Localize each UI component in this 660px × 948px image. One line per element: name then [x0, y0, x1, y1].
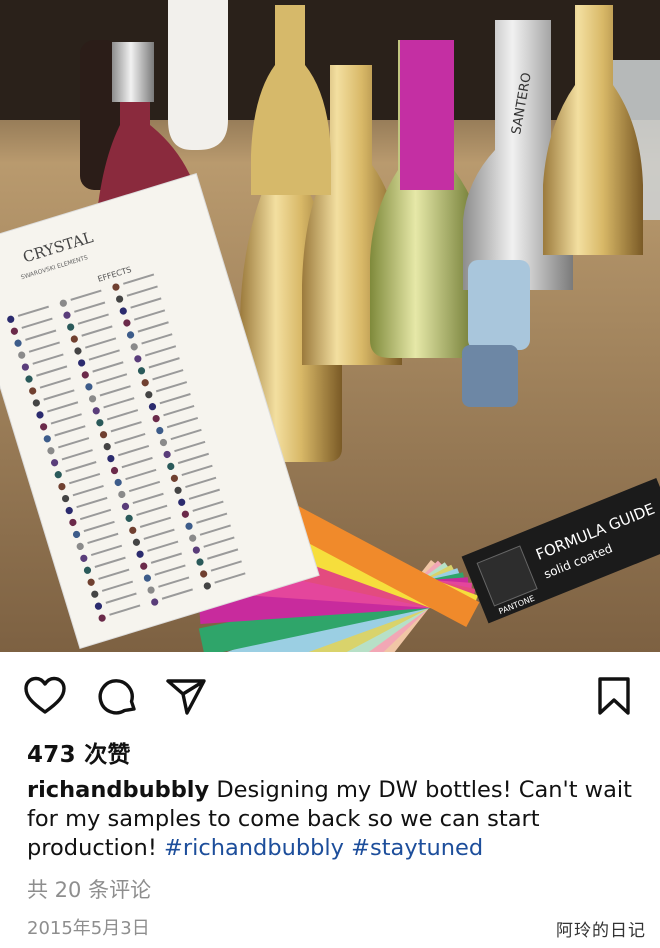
speech-bubble-icon[interactable] — [93, 672, 141, 720]
heart-outline-icon[interactable] — [21, 672, 69, 720]
post-photo[interactable]: SANTERO FORMULA GUIDE solid coated PANTO… — [0, 0, 660, 652]
hashtag-link[interactable]: #richandbubbly — [164, 835, 344, 861]
watermark: 阿玲的日记 — [556, 921, 646, 941]
like-count[interactable]: 473 次赞 — [27, 735, 131, 769]
post-action-bar — [0, 668, 660, 724]
post-date: 2015年5月3日 — [27, 918, 150, 939]
hashtag-link[interactable]: #staytuned — [351, 835, 483, 861]
view-comments-link[interactable]: 共 20 条评论 — [27, 874, 151, 904]
paper-plane-icon[interactable] — [162, 672, 210, 720]
bookmark-icon[interactable] — [590, 672, 638, 720]
post-caption: richandbubbly Designing my DW bottles! C… — [27, 776, 637, 863]
caption-username[interactable]: richandbubbly — [27, 777, 209, 803]
